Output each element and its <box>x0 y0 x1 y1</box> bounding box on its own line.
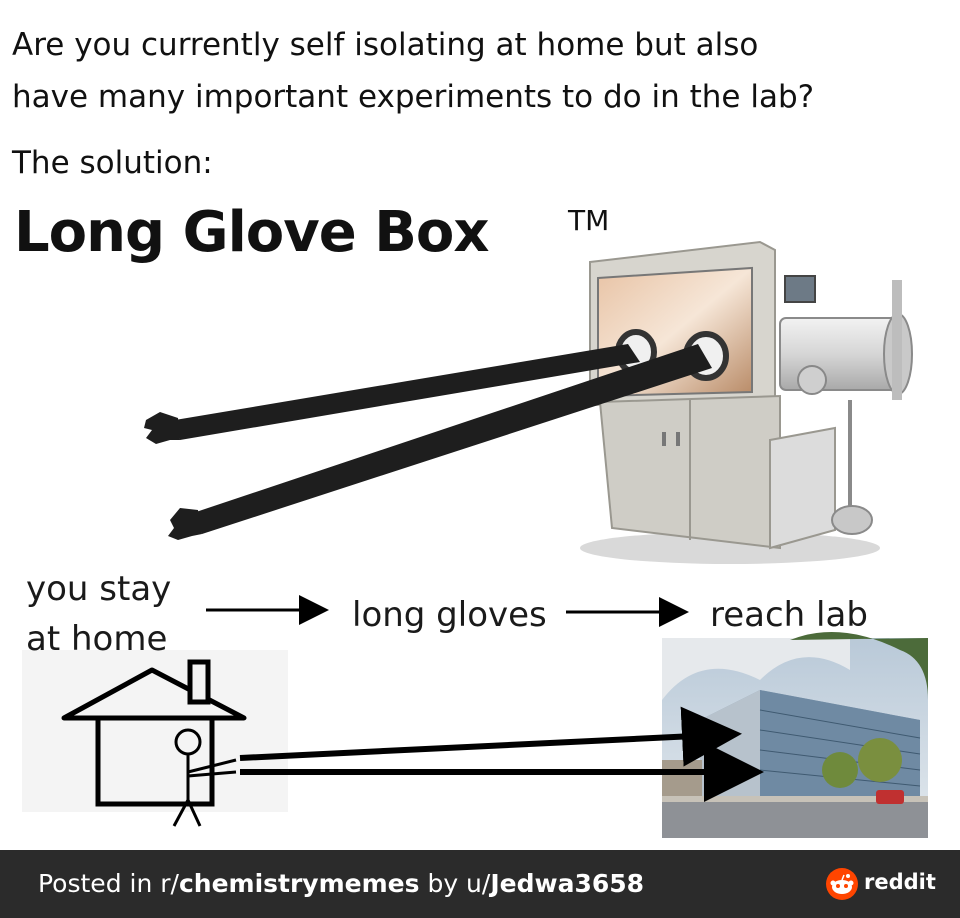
caption-reach-lab: reach lab <box>710 595 868 635</box>
reddit-wordmark[interactable]: reddit <box>864 870 936 894</box>
meme-illustration <box>22 240 928 838</box>
long-glove-arrow-upper <box>239 706 742 767</box>
reddit-footer-bar: Posted in r/chemistrymemes by u/Jedwa365… <box>0 850 960 918</box>
by-text: by u/ <box>419 869 491 898</box>
username-link[interactable]: Jedwa3658 <box>490 869 644 898</box>
posted-in-text: Posted in r/ <box>38 869 179 898</box>
caption-long-gloves: long gloves <box>352 595 547 635</box>
caption-line-1: you stay <box>26 569 172 609</box>
house-doodle-icon <box>22 650 288 827</box>
reddit-logo-icon[interactable] <box>826 868 858 900</box>
caption-you-stay-at-home: you stay at home <box>26 564 171 664</box>
post-attribution: Posted in r/chemistrymemes by u/Jedwa365… <box>38 864 644 904</box>
glove-box-illustration <box>580 240 913 564</box>
caption-line-2: at home <box>26 619 168 659</box>
subreddit-link[interactable]: chemistrymemes <box>179 869 420 898</box>
